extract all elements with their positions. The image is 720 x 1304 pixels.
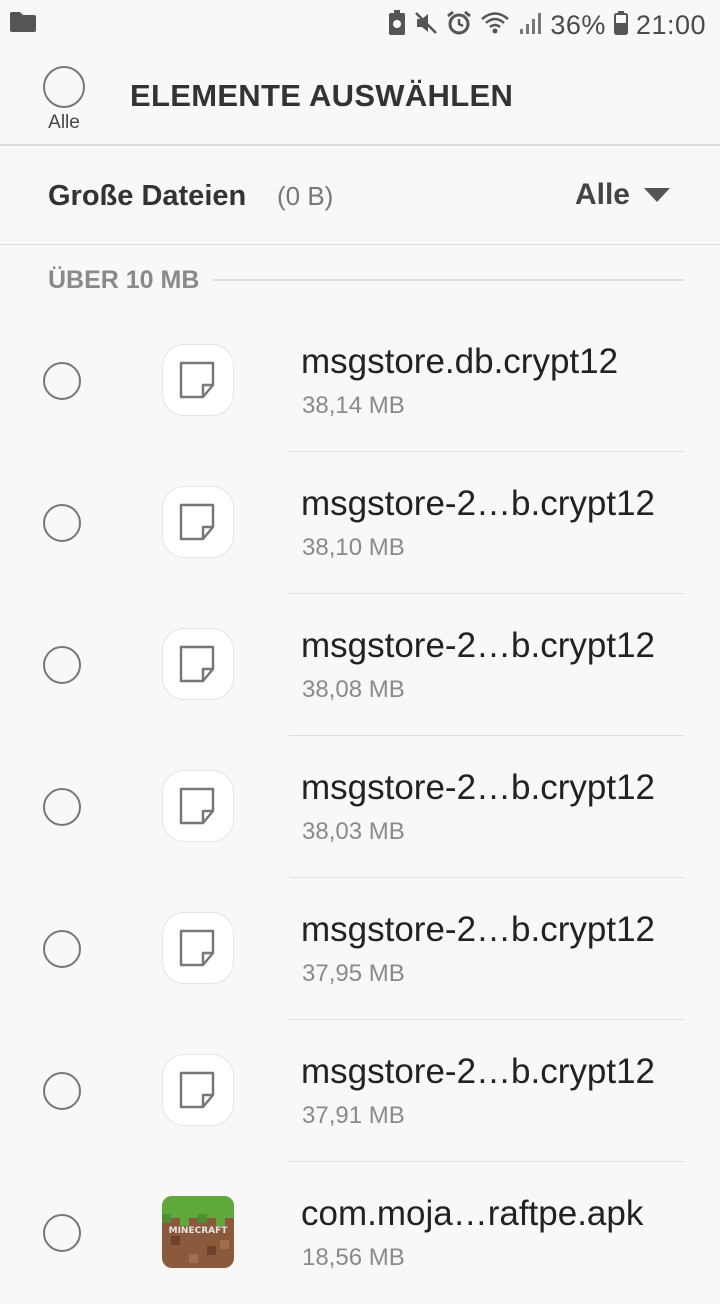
folder-icon — [10, 12, 36, 37]
list-item[interactable]: msgstore-2…b.crypt12 38,03 MB — [0, 736, 720, 878]
dropdown-arrow-icon — [644, 188, 670, 202]
signal-icon — [518, 11, 542, 40]
section-title: ÜBER 10 MB — [48, 265, 200, 294]
list-item[interactable]: msgstore.db.crypt12 38,14 MB — [0, 310, 720, 452]
document-icon — [162, 628, 234, 700]
action-bar: Alle ELEMENTE AUSWÄHLEN — [0, 48, 720, 146]
filter-dropdown-label: Alle — [574, 178, 630, 211]
item-checkbox[interactable] — [43, 1072, 81, 1110]
list-item[interactable]: msgstore-2…b.crypt12 37,95 MB — [0, 878, 720, 1020]
file-size: 37,91 MB — [302, 1102, 405, 1129]
file-size: 37,95 MB — [302, 960, 405, 987]
mute-icon — [414, 11, 438, 40]
item-checkbox[interactable] — [43, 504, 81, 542]
status-bar: 36% 21:00 — [0, 0, 720, 48]
file-name: msgstore-2…b.crypt12 — [301, 626, 656, 665]
file-name: com.moja…raftpe.apk — [301, 1194, 644, 1233]
file-name: msgstore-2…b.crypt12 — [301, 484, 656, 523]
battery-percent: 36% — [550, 9, 606, 40]
filter-bar: Große Dateien (0 B) Alle — [0, 146, 720, 245]
section-header: ÜBER 10 MB — [48, 262, 684, 298]
document-icon — [162, 344, 234, 416]
svg-text:MINECRAFT: MINECRAFT — [169, 1226, 229, 1236]
battery-saver-icon — [388, 9, 406, 41]
category-total-size: (0 B) — [277, 181, 334, 211]
item-checkbox[interactable] — [43, 362, 81, 400]
file-name: msgstore-2…b.crypt12 — [301, 768, 656, 807]
list-item[interactable]: msgstore-2…b.crypt12 37,91 MB — [0, 1020, 720, 1162]
section-divider — [213, 279, 684, 281]
battery-icon — [613, 10, 628, 40]
clock: 21:00 — [635, 9, 706, 40]
document-icon — [162, 912, 234, 984]
document-icon — [162, 770, 234, 842]
item-checkbox[interactable] — [43, 930, 81, 968]
file-size: 38,14 MB — [302, 392, 405, 419]
wifi-icon — [480, 11, 510, 40]
file-size: 38,08 MB — [302, 676, 405, 703]
document-icon — [162, 1054, 234, 1126]
file-size: 18,56 MB — [302, 1244, 405, 1271]
document-icon — [162, 486, 234, 558]
file-list: msgstore.db.crypt12 38,14 MB msgstore-2…… — [0, 310, 720, 1304]
alarm-icon — [446, 10, 472, 41]
select-all-toggle[interactable]: Alle — [42, 66, 86, 134]
select-all-checkbox[interactable] — [43, 66, 85, 108]
item-checkbox[interactable] — [43, 1214, 81, 1252]
select-all-label: Alle — [48, 112, 80, 133]
file-name: msgstore-2…b.crypt12 — [301, 1052, 656, 1091]
item-checkbox[interactable] — [43, 788, 81, 826]
page-title: ELEMENTE AUSWÄHLEN — [130, 78, 514, 113]
file-name: msgstore.db.crypt12 — [301, 342, 619, 381]
list-item[interactable]: msgstore-2…b.crypt12 38,10 MB — [0, 452, 720, 594]
item-checkbox[interactable] — [43, 646, 81, 684]
file-size: 38,03 MB — [302, 818, 405, 845]
filter-dropdown[interactable]: Alle — [575, 178, 670, 212]
category-title: Große Dateien — [48, 180, 247, 212]
list-item[interactable]: MINECRAFT com.moja…raftpe.apk 18,56 MB — [0, 1162, 720, 1304]
file-size: 38,10 MB — [302, 534, 405, 561]
list-item[interactable]: msgstore-2…b.crypt12 38,08 MB — [0, 594, 720, 736]
file-name: msgstore-2…b.crypt12 — [301, 910, 656, 949]
minecraft-app-icon: MINECRAFT — [162, 1196, 234, 1268]
